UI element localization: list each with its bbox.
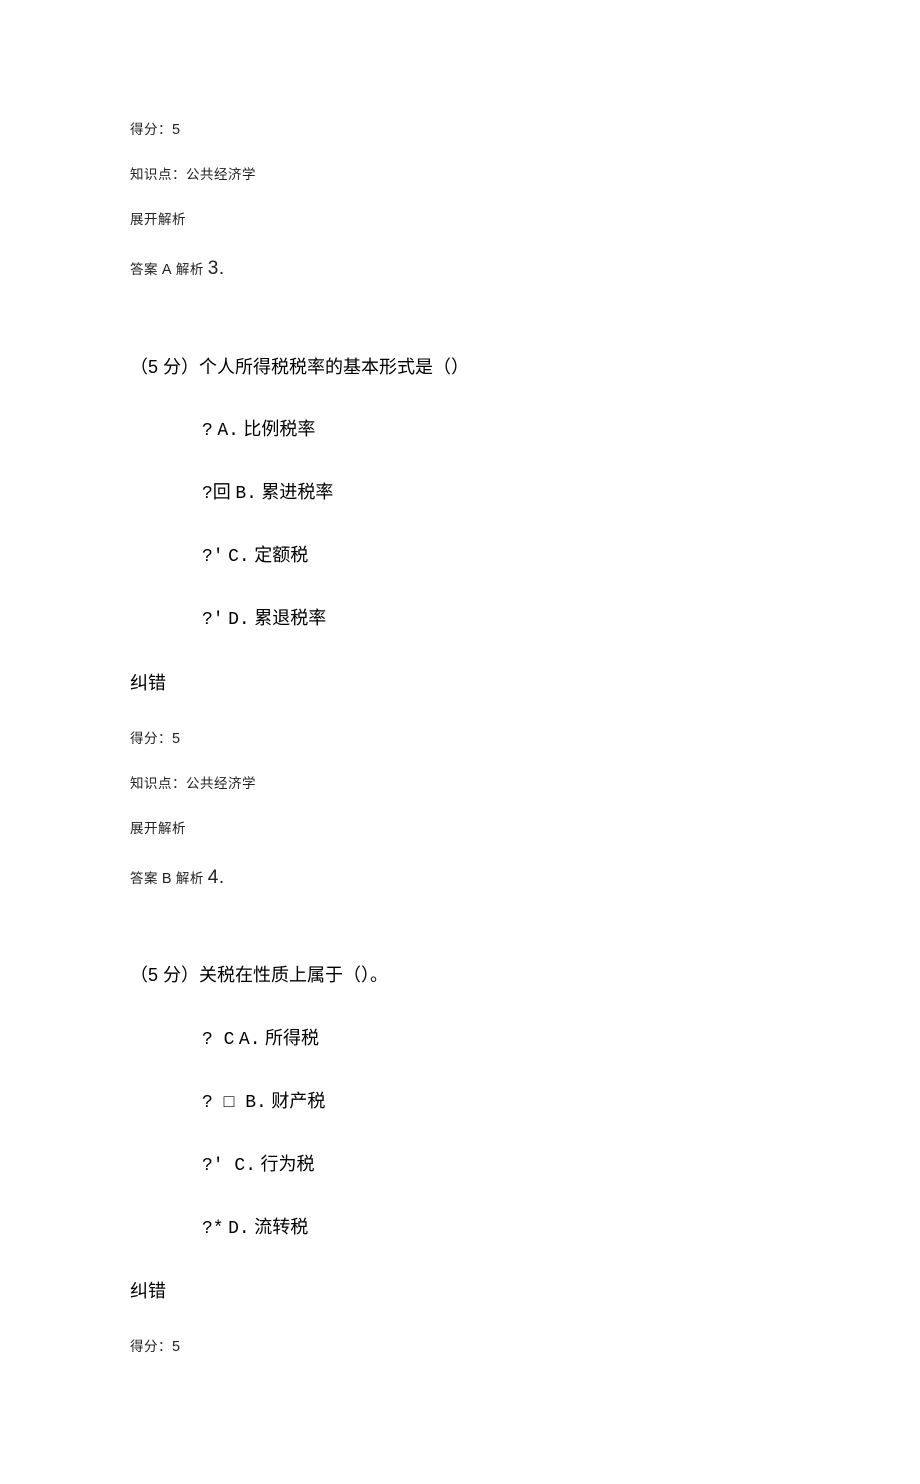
- next-question-number: 4.: [208, 867, 225, 888]
- points-label: （5 分）: [130, 357, 199, 377]
- q4-option-b[interactable]: ? □ B. 财产税: [130, 1087, 790, 1118]
- q2-expand-link[interactable]: 展开解析: [130, 211, 790, 230]
- q3-option-c[interactable]: ?' C. 定额税: [130, 541, 790, 572]
- option-letter: A.: [217, 421, 239, 441]
- q4-option-a[interactable]: ? C A. 所得税: [130, 1024, 790, 1055]
- option-marker: ?回: [202, 484, 231, 504]
- option-text: 定额税: [254, 545, 308, 565]
- option-marker: ?': [202, 547, 224, 567]
- expand-label: 展开解析: [130, 212, 186, 227]
- answer-letter: A: [162, 262, 172, 278]
- option-marker: ?': [202, 1156, 234, 1176]
- expand-label: 展开解析: [130, 821, 186, 836]
- option-marker: ?*: [202, 1219, 224, 1239]
- q4-correct-link[interactable]: 纠错: [130, 1277, 790, 1303]
- score-value: 5: [172, 731, 181, 747]
- option-text: 比例税率: [243, 419, 315, 439]
- q3-option-a[interactable]: ? A. 比例税率: [130, 415, 790, 446]
- knowledge-value: 公共经济学: [186, 776, 256, 791]
- option-text: 流转税: [254, 1217, 308, 1237]
- q3-option-d[interactable]: ?' D. 累退税率: [130, 604, 790, 635]
- answer-letter: B: [162, 871, 172, 887]
- q3-answer-line: 答案 B 解析 4.: [130, 865, 790, 892]
- knowledge-value: 公共经济学: [186, 167, 256, 182]
- q2-score-line: 得分：5: [130, 120, 790, 140]
- stem-text: 关税在性质上属于（）。: [199, 965, 388, 985]
- answer-prefix: 答案: [130, 262, 158, 277]
- q2-knowledge-line: 知识点：公共经济学: [130, 166, 790, 185]
- option-marker: ?: [202, 421, 213, 441]
- knowledge-label: 知识点：: [130, 167, 186, 182]
- option-letter: D.: [228, 610, 250, 630]
- q3-stem: （5 分）个人所得税税率的基本形式是（）: [130, 353, 790, 382]
- q2-answer-line: 答案 A 解析 3.: [130, 256, 790, 283]
- score-label: 得分：: [130, 122, 172, 137]
- option-text: 累退税率: [254, 608, 326, 628]
- q3-expand-link[interactable]: 展开解析: [130, 820, 790, 839]
- q4-options: ? C A. 所得税 ? □ B. 财产税 ?' C. 行为税 ?* D. 流转…: [130, 1024, 790, 1243]
- option-letter: B.: [245, 1093, 267, 1113]
- correct-link-label: 纠错: [130, 1281, 166, 1301]
- q3-knowledge-line: 知识点：公共经济学: [130, 775, 790, 794]
- option-marker: ? C: [202, 1030, 234, 1050]
- option-letter: B.: [235, 484, 257, 504]
- option-letter: C.: [234, 1156, 256, 1176]
- option-marker: ? □: [202, 1093, 245, 1113]
- next-question-number: 3.: [208, 258, 225, 279]
- stem-text: 个人所得税税率的基本形式是（）: [199, 357, 469, 377]
- q3-option-b[interactable]: ?回 B. 累进税率: [130, 478, 790, 509]
- option-text: 行为税: [261, 1154, 315, 1174]
- q3-correct-link[interactable]: 纠错: [130, 669, 790, 695]
- q3-options: ? A. 比例税率 ?回 B. 累进税率 ?' C. 定额税 ?' D. 累退税…: [130, 415, 790, 634]
- q4-option-c[interactable]: ?' C. 行为税: [130, 1150, 790, 1181]
- option-marker: ?': [202, 610, 224, 630]
- option-text: 累进税率: [261, 482, 333, 502]
- score-label: 得分：: [130, 1339, 172, 1354]
- q4-option-d[interactable]: ?* D. 流转税: [130, 1213, 790, 1244]
- option-letter: A.: [239, 1030, 261, 1050]
- points-label: （5 分）: [130, 965, 199, 985]
- answer-suffix: 解析: [176, 871, 204, 886]
- option-letter: D.: [228, 1219, 250, 1239]
- q4-score-line: 得分：5: [130, 1337, 790, 1357]
- knowledge-label: 知识点：: [130, 776, 186, 791]
- answer-suffix: 解析: [176, 262, 204, 277]
- correct-link-label: 纠错: [130, 673, 166, 693]
- option-text: 所得税: [265, 1028, 319, 1048]
- answer-prefix: 答案: [130, 871, 158, 886]
- score-label: 得分：: [130, 731, 172, 746]
- q3-score-line: 得分：5: [130, 729, 790, 749]
- score-value: 5: [172, 1339, 181, 1355]
- score-value: 5: [172, 122, 181, 138]
- q4-stem: （5 分）关税在性质上属于（）。: [130, 961, 790, 990]
- option-text: 财产税: [271, 1091, 325, 1111]
- option-letter: C.: [228, 547, 250, 567]
